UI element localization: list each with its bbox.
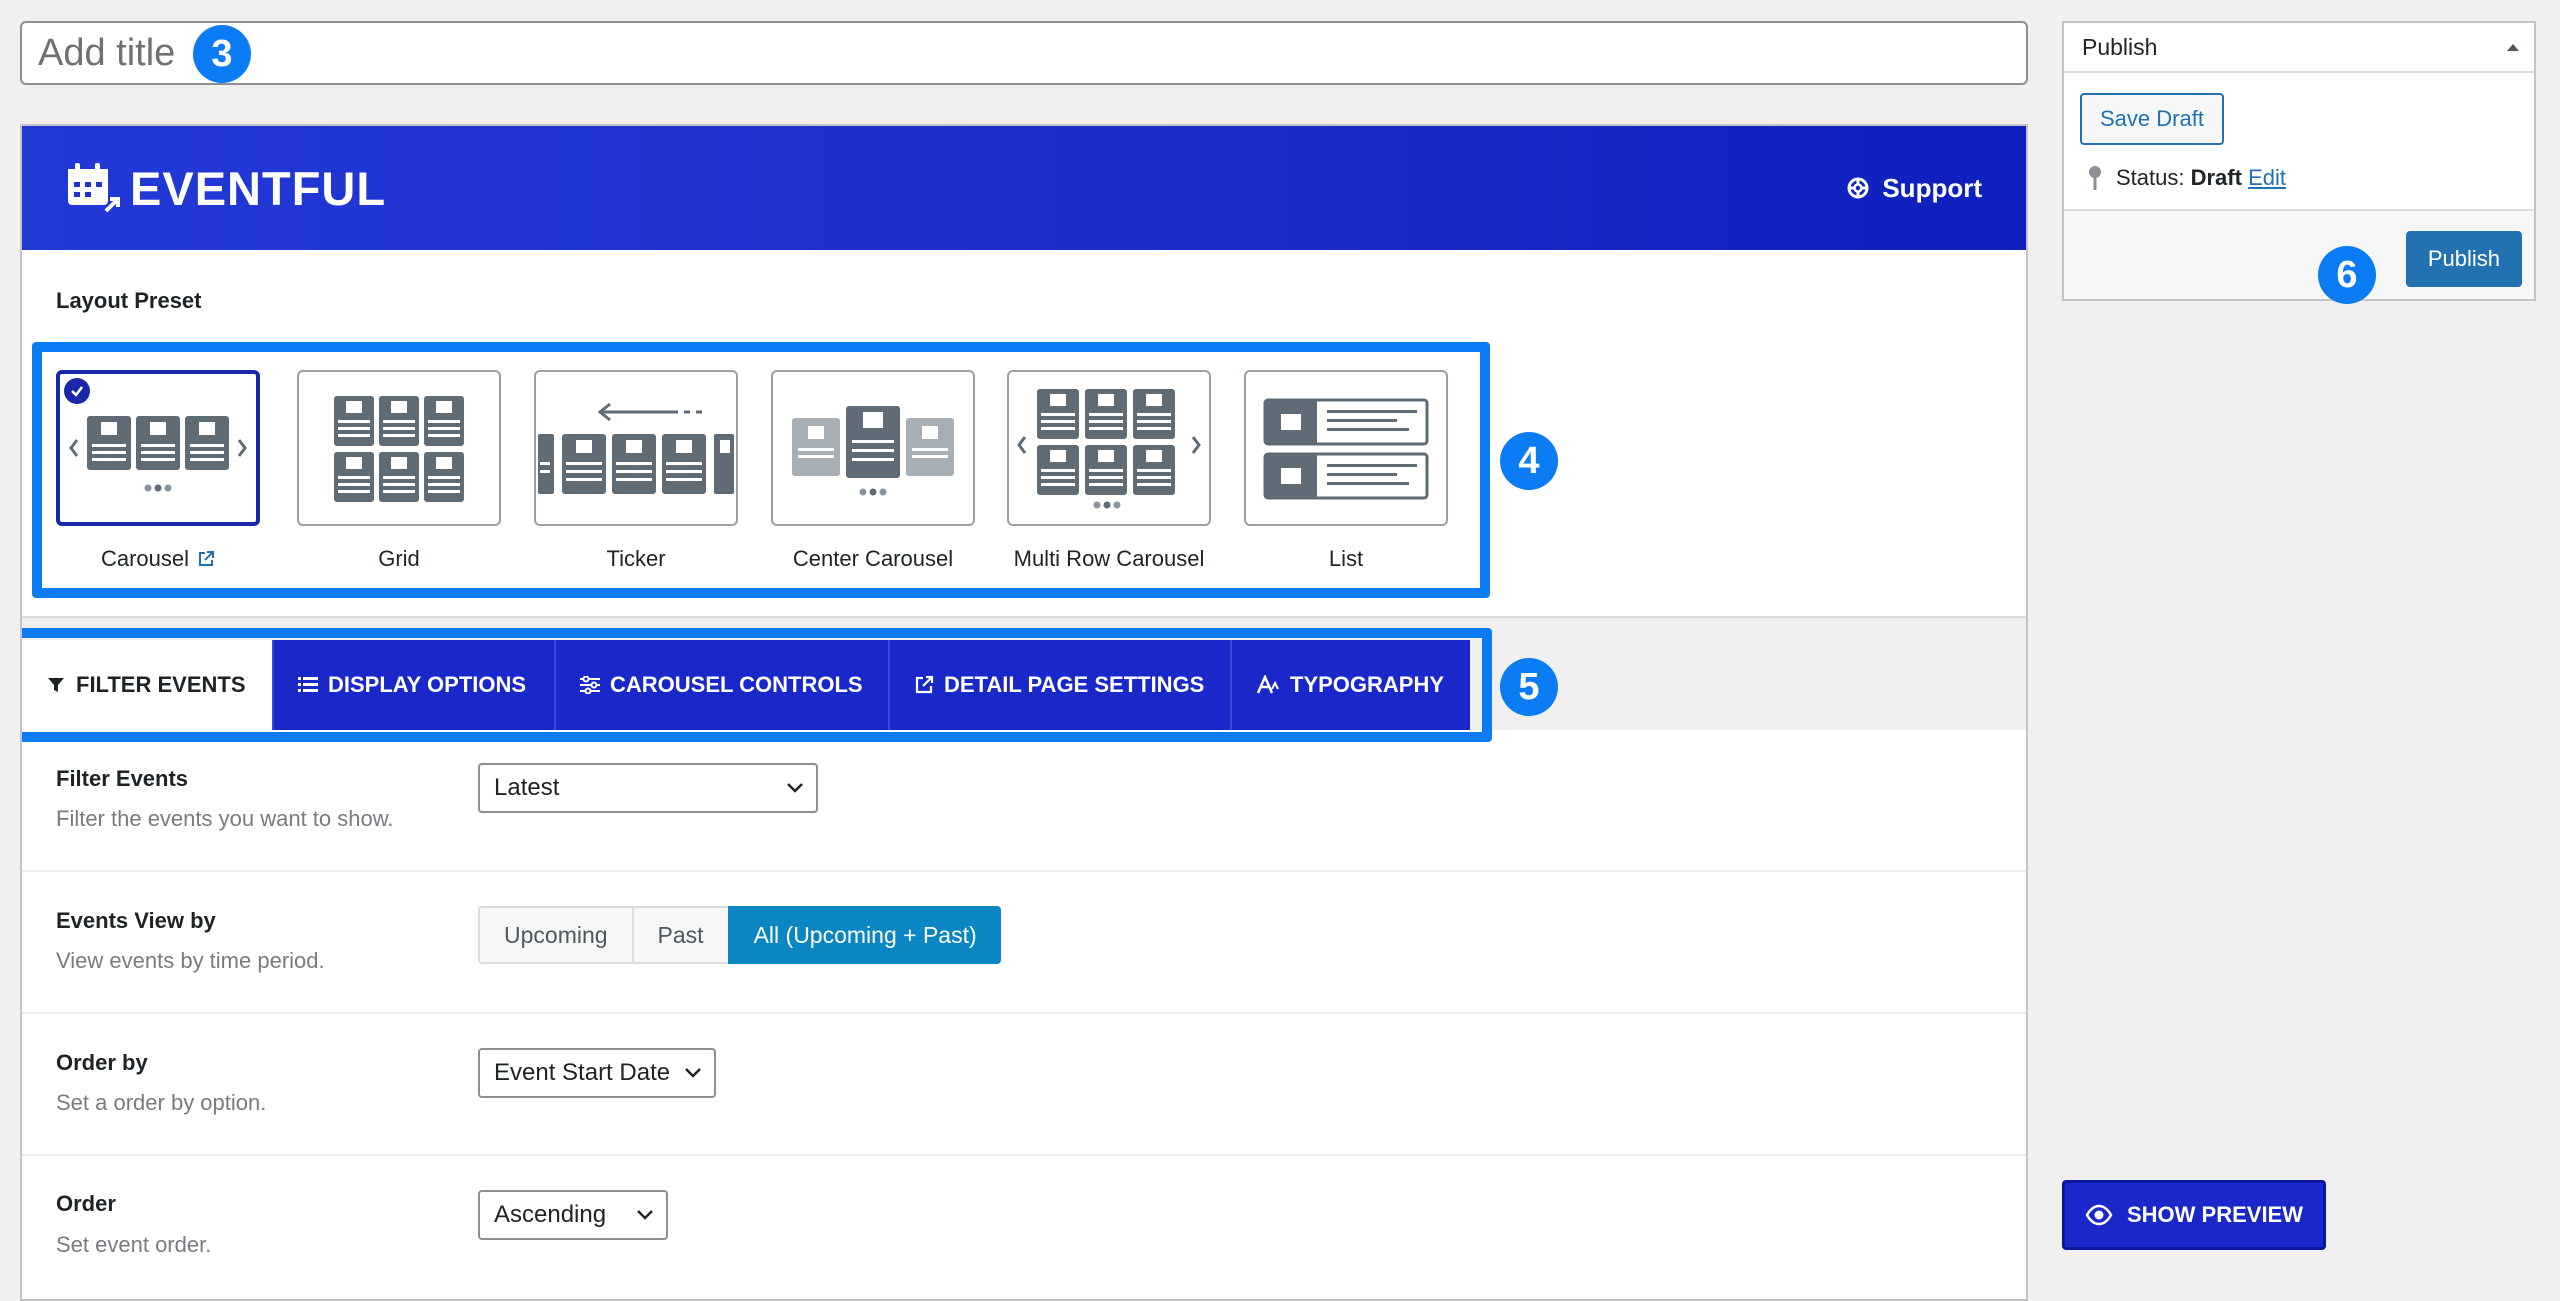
preset-card-multi-row-carousel[interactable]	[1007, 370, 1211, 526]
chevron-down-icon	[685, 1068, 701, 1078]
status-label: Status:	[2116, 165, 2185, 190]
setting-row-events-view	[22, 872, 2026, 1014]
setting-row-order-by	[22, 1014, 2026, 1156]
events-view-upcoming[interactable]: Upcoming	[478, 906, 632, 964]
events-view-segmented: Upcoming Past All (Upcoming + Past)	[478, 906, 1001, 964]
preset-multi-row-carousel[interactable]: Multi Row Carousel	[1007, 370, 1211, 572]
preset-card-list[interactable]	[1244, 370, 1448, 526]
publish-button[interactable]: Publish	[2405, 231, 2522, 287]
show-preview-button[interactable]: SHOW PREVIEW	[2062, 1180, 2326, 1250]
order-by-value: Event Start Date	[494, 1059, 671, 1086]
preset-grid[interactable]: Grid	[297, 370, 501, 572]
filter-events-desc: Filter the events you want to show.	[56, 806, 394, 831]
ticker-preview-icon	[538, 402, 734, 494]
caret-up-icon[interactable]	[2506, 42, 2520, 52]
preset-name-grid: Grid	[378, 546, 420, 571]
publish-box-footer: Publish	[2064, 209, 2534, 299]
marker-badge-6: 6	[2318, 246, 2376, 304]
order-by-desc: Set a order by option.	[56, 1090, 267, 1115]
order-title: Order	[56, 1191, 116, 1216]
preset-card-ticker[interactable]	[534, 370, 738, 526]
post-status: Status: Draft Edit	[2088, 165, 2286, 191]
chevron-down-icon	[637, 1210, 653, 1220]
eventful-logo: EVENTFUL	[64, 161, 386, 216]
order-by-title: Order by	[56, 1050, 148, 1075]
publish-box-header[interactable]: Publish	[2064, 23, 2534, 73]
eye-icon	[2085, 1204, 2113, 1226]
events-view-title: Events View by	[56, 908, 216, 933]
order-select[interactable]: Ascending	[478, 1190, 668, 1240]
events-view-all[interactable]: All (Upcoming + Past)	[727, 906, 1001, 964]
center-carousel-preview-icon	[792, 406, 954, 496]
preset-card-grid[interactable]	[297, 370, 501, 526]
support-label: Support	[1882, 172, 1982, 203]
eventful-banner: EVENTFUL Support	[22, 126, 2026, 250]
list-preview-icon	[1263, 398, 1429, 500]
highlight-box-tabs	[22, 628, 1492, 742]
order-desc: Set event order.	[56, 1232, 212, 1257]
external-link-icon[interactable]	[197, 550, 215, 568]
status-edit-link[interactable]: Edit	[2248, 165, 2286, 190]
preset-card-carousel[interactable]	[56, 370, 260, 526]
calendar-logo-icon	[68, 163, 120, 213]
preset-card-center-carousel[interactable]	[771, 370, 975, 526]
publish-box: Publish Save Draft Status: Draft Edit Pu…	[2062, 21, 2536, 301]
preset-name-list: List	[1328, 546, 1364, 571]
filter-events-select[interactable]: Latest	[478, 763, 818, 813]
events-view-past[interactable]: Past	[631, 906, 728, 964]
eventful-settings-panel: EVENTFUL Support Layout Preset Carousel …	[20, 124, 2028, 1301]
marker-badge-5: 5	[1500, 658, 1558, 716]
title-input[interactable]	[22, 31, 196, 75]
marker-badge-3: 3	[193, 25, 251, 83]
title-field[interactable]	[20, 21, 2028, 85]
carousel-preview-icon	[69, 416, 247, 492]
show-preview-label: SHOW PREVIEW	[2126, 1202, 2303, 1227]
lifebuoy-icon	[1847, 177, 1869, 199]
preset-ticker[interactable]: Ticker	[534, 370, 738, 572]
preset-name-carousel: Carousel	[100, 546, 190, 571]
chevron-down-icon	[787, 783, 803, 793]
filter-events-title: Filter Events	[56, 766, 189, 791]
preset-name-center-carousel: Center Carousel	[792, 546, 954, 571]
order-by-select[interactable]: Event Start Date	[478, 1048, 716, 1098]
marker-badge-4: 4	[1500, 432, 1558, 490]
publish-box-title: Publish	[2082, 33, 2158, 60]
grid-preview-icon	[334, 396, 464, 502]
check-icon	[64, 378, 90, 404]
filter-events-value: Latest	[494, 774, 560, 801]
setting-row-filter-events	[22, 730, 2026, 872]
preset-name-ticker: Ticker	[606, 546, 666, 571]
support-link[interactable]: Support	[1846, 173, 1982, 204]
multi-row-carousel-preview-icon	[1017, 389, 1201, 509]
events-view-desc: View events by time period.	[56, 948, 325, 973]
preset-name-multi-row-carousel: Multi Row Carousel	[1013, 546, 1205, 571]
brand-name: EVENTFUL	[130, 161, 387, 215]
preset-list[interactable]: List	[1244, 370, 1448, 572]
pin-icon	[2089, 166, 2101, 190]
preset-carousel[interactable]: Carousel	[56, 370, 260, 572]
layout-preset-label: Layout Preset	[56, 288, 202, 313]
order-value: Ascending	[494, 1201, 607, 1228]
save-draft-button[interactable]: Save Draft	[2080, 93, 2224, 145]
status-value: Draft	[2190, 165, 2242, 190]
preset-center-carousel[interactable]: Center Carousel	[771, 370, 975, 572]
